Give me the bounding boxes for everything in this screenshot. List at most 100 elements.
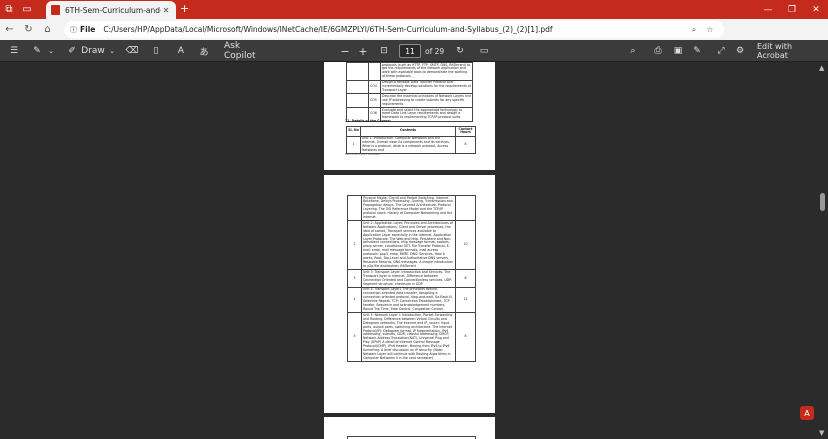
pdf-icon <box>51 5 60 15</box>
tab-actions-icon[interactable]: ▭ <box>18 0 36 19</box>
co-code: CO4 <box>368 79 381 95</box>
zoom-in-button[interactable]: + <box>357 40 369 62</box>
row-sl: 5 <box>347 312 362 363</box>
co-text: Describe the essential principles of Net… <box>380 93 473 109</box>
row-sl: 3 <box>347 269 362 288</box>
row-content: Unit 4: Transport Layer2 The principles … <box>361 286 456 314</box>
co-text: Evaluate and select the appropriate tech… <box>380 107 473 122</box>
table-row: 3 Unit 3: Transport Layer: Introduction … <box>347 269 476 288</box>
page-total-label: of 29 <box>425 46 445 56</box>
vertical-scrollbar[interactable]: ▲ ▼ <box>817 62 828 439</box>
row-sl: 2 <box>347 220 362 271</box>
eraser-icon[interactable]: ⌫ <box>126 40 139 62</box>
edit-with-acrobat-button[interactable]: Edit with Acrobat <box>757 40 823 62</box>
print-icon[interactable]: ⎙ <box>651 40 665 62</box>
pdf-page-10: protocols (such as HTTP, FTP, SMTP, DNS,… <box>324 62 495 170</box>
search-icon[interactable]: ⌕ <box>626 40 640 62</box>
row-hours: 11 <box>455 286 476 314</box>
row-sl: 4 <box>347 286 362 314</box>
acrobat-icon[interactable]: A <box>800 406 814 420</box>
row-content: Unit 2: Application Layer: Principles an… <box>361 220 456 271</box>
table-row: CO5 Describe the essential principles of… <box>346 93 473 109</box>
row-content: Unit 3: Transport Layer: Introduction an… <box>361 269 456 288</box>
table-header-row: Sl. No Contents Contact Hours <box>346 126 476 137</box>
file-scheme-label: File <box>80 25 96 34</box>
col-contact-hours: Contact Hours <box>455 126 476 137</box>
tab-title: 6TH-Sem-Curriculum-and-Syllab... <box>65 5 161 15</box>
window-controls: — ❐ ✕ <box>756 0 828 19</box>
tab-strip: ⧉ ▭ 6TH-Sem-Curriculum-and-Syllab... ✕ +… <box>0 0 828 19</box>
co-code <box>368 62 381 81</box>
table-row: protocols (such as HTTP, FTP, SMTP, DNS,… <box>346 62 473 81</box>
draw-options-chevron-icon[interactable]: ⌄ <box>107 40 117 62</box>
page-number-input[interactable]: 11 <box>399 44 421 58</box>
col-sl-no: Sl. No <box>346 126 361 137</box>
fit-page-icon[interactable]: ⊡ <box>377 40 391 62</box>
restore-button[interactable]: ❐ <box>780 0 804 19</box>
table-row: CO4 Design a Reliable Data Transfer Prot… <box>346 79 473 95</box>
table-of-contents-icon[interactable]: ☰ <box>7 40 21 62</box>
page-view-icon[interactable]: ▭ <box>477 40 491 62</box>
row-sl <box>347 194 362 222</box>
draw-button[interactable]: Draw <box>81 40 105 62</box>
view-mode-icon[interactable]: ▯ <box>149 40 163 62</box>
table-row: 5 Unit 5: Network Layer I: Introduction,… <box>347 312 476 363</box>
rotate-icon[interactable]: ↻ <box>453 40 467 62</box>
fullscreen-icon[interactable]: ⤢ <box>714 40 728 62</box>
save-icon[interactable]: ▣ <box>671 40 685 62</box>
co-text: Design a Reliable Data Transfer Protocol… <box>380 79 473 95</box>
course-outcomes-table: protocols (such as HTTP, FTP, SMTP, DNS,… <box>346 62 473 122</box>
refresh-icon[interactable]: ↻ <box>19 19 38 40</box>
tab-close-icon[interactable]: ✕ <box>161 6 171 15</box>
browser-profile-icon[interactable]: ⧉ <box>0 0 18 19</box>
save-as-icon[interactable]: ✎ <box>690 40 704 62</box>
table-row: 2 Unit 2: Application Layer: Principles … <box>347 220 476 271</box>
row-hours <box>455 194 476 222</box>
address-bar[interactable]: ⓘ File C:/Users/HP/AppData/Local/Microso… <box>64 21 724 38</box>
info-icon[interactable]: ⓘ <box>70 25 77 35</box>
col-contents: Contents <box>360 126 456 137</box>
url-text[interactable]: C:/Users/HP/AppData/Local/Microsoft/Wind… <box>103 25 686 34</box>
pdf-page-12 <box>324 417 495 439</box>
favorite-star-icon[interactable]: ☆ <box>702 25 718 34</box>
close-window-button[interactable]: ✕ <box>804 0 828 19</box>
scroll-down-icon[interactable]: ▼ <box>819 429 824 437</box>
table-row: Physical Media, Circuit and Packet Switc… <box>347 194 476 222</box>
section-heading: 11. Details of the Course: <box>345 119 391 123</box>
row-hours: 8 <box>455 135 476 155</box>
co-text: protocols (such as HTTP, FTP, SMTP, DNS,… <box>380 62 473 81</box>
table-row: 1 Unit 1: Introduction: Computer Network… <box>346 135 476 155</box>
page-footer: BOS W and 2023 Concepts <box>345 153 380 156</box>
pdf-viewport[interactable]: protocols (such as HTTP, FTP, SMTP, DNS,… <box>0 62 817 439</box>
zoom-icon[interactable]: ⌕ <box>686 25 702 35</box>
back-icon[interactable]: ← <box>0 19 19 40</box>
translate-icon[interactable]: あ <box>196 40 212 62</box>
zoom-out-button[interactable]: − <box>339 40 351 62</box>
pdf-page-11: Physical Media, Circuit and Packet Switc… <box>324 175 495 413</box>
row-hours: 8 <box>455 269 476 288</box>
table-row: 4 Unit 4: Transport Layer2 The principle… <box>347 286 476 314</box>
chevron-down-icon[interactable]: ⌄ <box>46 40 56 62</box>
scroll-up-icon[interactable]: ▲ <box>819 64 824 72</box>
row-sl: 1 <box>346 135 361 155</box>
address-bar-row: ← ↻ ⌂ ⓘ File C:/Users/HP/AppData/Local/M… <box>0 19 828 55</box>
row-hours: 8 <box>455 312 476 363</box>
settings-gear-icon[interactable]: ⚙ <box>733 40 747 62</box>
scrollbar-thumb[interactable] <box>820 193 825 211</box>
minimize-button[interactable]: — <box>756 0 780 19</box>
row-content: Unit 5: Network Layer I: Introduction, P… <box>361 312 456 363</box>
draw-icon[interactable]: ✐ <box>66 40 78 62</box>
row-content: Unit 1: Introduction: Computer Networks … <box>360 135 456 155</box>
row-content: Physical Media, Circuit and Packet Switc… <box>361 194 456 222</box>
highlight-icon[interactable]: ✎ <box>30 40 44 62</box>
home-icon[interactable]: ⌂ <box>38 19 57 40</box>
co-code: CO5 <box>368 93 381 109</box>
course-details-table-continued: Physical Media, Circuit and Packet Switc… <box>347 194 476 363</box>
co-code <box>346 62 369 81</box>
read-aloud-icon[interactable]: A <box>174 40 188 62</box>
ask-copilot-button[interactable]: Ask Copilot <box>224 40 266 62</box>
pdf-toolbar: ☰ ✎ ⌄ ✐ Draw ⌄ ⌫ ▯ A あ Ask Copilot − + ⊡… <box>0 40 828 62</box>
new-tab-button[interactable]: + <box>180 2 189 15</box>
tab-pdf-document[interactable]: 6TH-Sem-Curriculum-and-Syllab... ✕ <box>46 1 176 19</box>
row-hours: 10 <box>455 220 476 271</box>
